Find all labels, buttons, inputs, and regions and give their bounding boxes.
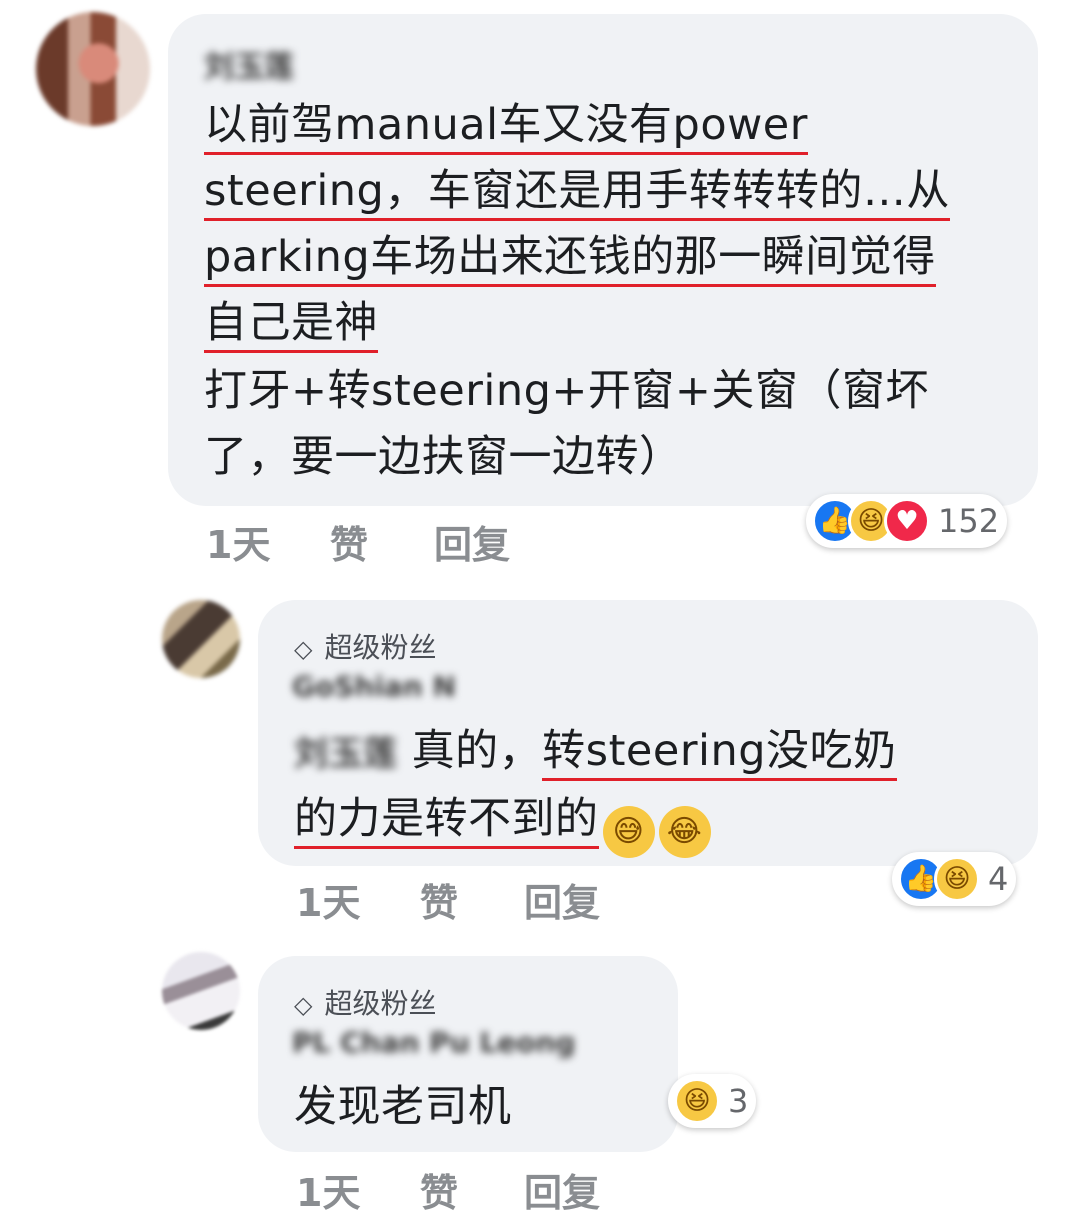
comment-author[interactable]: PL Chan Pu Leong (292, 1026, 575, 1059)
top-fan-badge: ◇ 超级粉丝 (294, 987, 437, 1020)
tears-of-joy-emoji: 😂 (658, 806, 711, 858)
comment-text-line: 打牙+转steering+开窗+关窗（窗坏 (204, 366, 929, 416)
mention-tag[interactable]: 刘玉莲 (294, 734, 398, 774)
comment-text: 发现老司机 (294, 1082, 512, 1132)
comment-text-line: parking车场出来还钱的那一瞬间觉得 (204, 232, 936, 287)
comment-text: 的力是转不到的 (294, 794, 599, 849)
sweat-smile-emoji: 😅 (602, 806, 655, 858)
top-fan-badge: ◇ 超级粉丝 (294, 631, 437, 664)
comment-timestamp[interactable]: 1天 (206, 514, 270, 569)
reaction-count: 152 (938, 502, 1000, 540)
diamond-icon: ◇ (294, 635, 313, 663)
like-button[interactable]: 赞 (420, 1162, 458, 1217)
reaction-summary[interactable]: 😆 3 (668, 1074, 757, 1128)
love-icon: ♥ (884, 498, 930, 544)
reaction-summary[interactable]: 👍 😆 4 (892, 852, 1017, 906)
reaction-count: 4 (988, 860, 1009, 898)
reaction-summary[interactable]: 👍 😆 ♥ 152 (806, 494, 1008, 548)
comment-text-line: steering，车窗还是用手转转转的…从 (204, 166, 950, 221)
diamond-icon: ◇ (294, 991, 313, 1019)
comment-text-line: 以前驾manual车又没有power (204, 100, 808, 155)
comment-text-line: 了，要一边扶窗一边转） (204, 432, 683, 482)
comment-text: 转steering没吃奶 (542, 726, 897, 781)
comment-timestamp[interactable]: 1天 (296, 872, 360, 927)
like-button[interactable]: 赞 (330, 514, 368, 569)
comment-text: 真的， (411, 726, 543, 776)
avatar[interactable] (162, 600, 240, 678)
avatar[interactable] (36, 12, 150, 126)
comment-timestamp[interactable]: 1天 (296, 1162, 360, 1217)
reply-button[interactable]: 回复 (524, 872, 600, 927)
like-button[interactable]: 赞 (420, 872, 458, 927)
reaction-count: 3 (728, 1082, 749, 1120)
haha-icon: 😆 (674, 1078, 720, 1124)
avatar[interactable] (162, 952, 240, 1030)
reply-button[interactable]: 回复 (434, 514, 510, 569)
haha-icon: 😆 (934, 856, 980, 902)
reply-button[interactable]: 回复 (524, 1162, 600, 1217)
comment-text-line: 自己是神 (204, 298, 378, 353)
comment-author[interactable]: 刘玉莲 (204, 42, 294, 86)
comment-author[interactable]: GoShian N (292, 670, 456, 703)
